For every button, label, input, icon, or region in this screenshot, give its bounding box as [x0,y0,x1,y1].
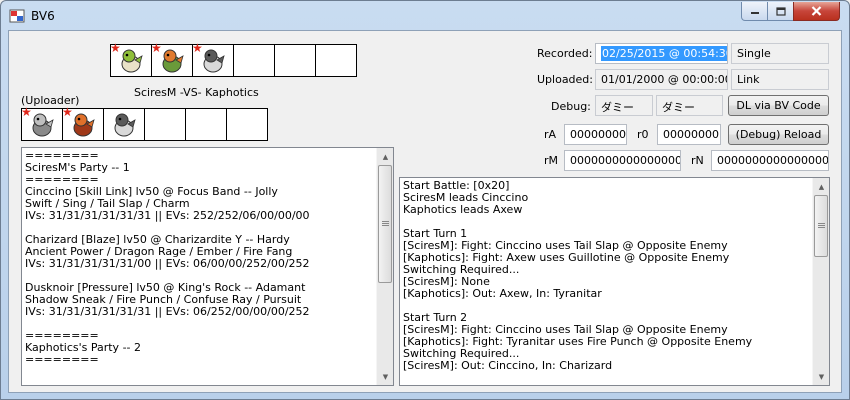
r0-label: r0 [637,128,649,141]
close-button[interactable] [793,2,840,21]
party-slot[interactable] [274,44,316,77]
party-scroll-thumb[interactable] [378,165,392,283]
battle-log-text: Start Battle: [0x20] SciresM leads Cincc… [403,179,753,372]
window-title: BV6 [31,9,55,23]
ra-field[interactable]: 00000000 [564,124,627,145]
title-bar[interactable]: BV6 [1,1,849,30]
debug-label: Debug: [551,100,591,113]
scroll-up-arrow-icon[interactable]: ▲ [377,148,393,165]
party-slot[interactable] [315,44,357,77]
uploaded-field: 01/01/2000 @ 00:00:00 [595,69,728,90]
party-slot[interactable]: ★ [110,41,152,77]
dusknoir-sprite-icon [114,113,136,137]
recorded-field[interactable]: 02/25/2015 @ 00:54:30 [595,43,728,64]
client-area: ★ ★ ★ SciresM -VS- Kaphotics (Uploader) ★ ★… [8,30,842,393]
scroll-down-arrow-icon[interactable]: ▼ [813,368,829,385]
battle-log-textbox[interactable]: Start Battle: [0x20] SciresM leads Cincc… [399,177,830,386]
versus-label: SciresM -VS- Kaphotics [134,86,259,99]
battle-mode-field: Single [731,43,829,64]
scroll-down-arrow-icon[interactable]: ▼ [377,368,393,385]
rn-label: rN [691,154,704,167]
party-slot[interactable] [226,108,268,141]
party-slot[interactable]: ★ [151,41,193,77]
party-slot[interactable]: ★ [21,105,63,141]
party-slot[interactable]: ★ [62,105,104,141]
rn-field[interactable]: 0000000000000000 [711,150,829,171]
party-slot[interactable]: ★ [192,41,234,77]
star-icon: ★ [192,41,203,55]
battle-log-scroll-thumb[interactable] [814,195,828,257]
party-slot[interactable] [233,44,275,77]
party-text: ======== SciresM's Party -- 1 ======== C… [25,149,310,366]
maximize-icon [775,6,786,16]
minimize-icon [750,12,759,14]
star-icon: ★ [151,41,162,55]
ra-label: rA [544,128,557,141]
party-slot[interactable] [185,108,227,141]
party-slot[interactable] [144,108,186,141]
battle-log-scrollbar[interactable]: ▲ ▼ [812,178,829,385]
link-mode-field: Link [731,69,829,90]
star-icon: ★ [110,41,121,55]
star-icon: ★ [21,105,32,119]
maximize-button[interactable] [767,2,794,21]
app-icon [9,9,25,23]
party-slot[interactable] [103,108,145,141]
rm-field[interactable]: 0000000000000000 [564,150,681,171]
uploaded-label: Uploaded: [537,73,593,86]
party-scrollbar[interactable]: ▲ ▼ [376,148,393,385]
debug-field-2: ダミー [656,95,723,116]
scroll-up-arrow-icon[interactable]: ▲ [813,178,829,195]
recorded-label: Recorded: [537,47,593,60]
minimize-button[interactable] [741,2,768,21]
close-icon [811,6,822,16]
debug-field-1: ダミー [595,95,653,116]
dl-via-bv-code-button[interactable]: DL via BV Code [728,95,829,116]
debug-reload-button[interactable]: (Debug) Reload [728,124,829,145]
recorded-value: 02/25/2015 @ 00:54:30 [601,46,727,61]
party-textbox[interactable]: ======== SciresM's Party -- 1 ======== C… [21,147,394,386]
rm-label: rM [544,154,559,167]
r0-field[interactable]: 00000000 [657,124,721,145]
star-icon: ★ [62,105,73,119]
main-window: BV6 ★ ★ ★ SciresM -VS- Kaphotics (Uploader… [0,0,850,400]
